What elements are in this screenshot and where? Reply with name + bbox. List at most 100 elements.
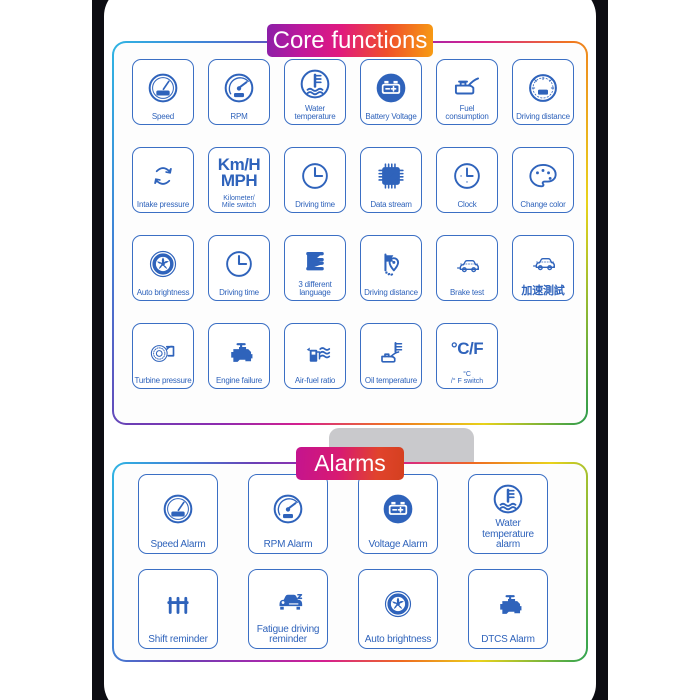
core-functions-section: Speed RPM Water temperature Battery Voltage… — [112, 41, 588, 425]
tile-label: Auto brightness — [364, 633, 432, 645]
engine-icon — [209, 324, 269, 377]
water-temperature-icon — [469, 475, 547, 519]
tile-water-temperature-alarm[interactable]: Water temperature alarm — [468, 474, 548, 554]
tile-change-color[interactable]: Change color — [512, 147, 574, 213]
tile-label: Brake test — [449, 287, 485, 297]
tile-km-h-mph[interactable]: Km/H MPH Kilometer/Mile switch — [208, 147, 270, 213]
tile-clock[interactable]: Clock — [436, 147, 498, 213]
tile-label: Intake pressure — [136, 199, 190, 209]
core-functions-grid: Speed RPM Water temperature Battery Voltage… — [114, 43, 586, 423]
core-functions-title: Core functions — [267, 24, 433, 57]
clock-icon — [285, 148, 345, 201]
alarms-grid: Speed Alarm RPM Alarm Voltage Alarm Water t… — [114, 464, 586, 660]
tile-data-stream[interactable]: Data stream — [360, 147, 422, 213]
fuel-pump-wave-icon — [285, 324, 345, 377]
tile-driving-time[interactable]: Driving time — [284, 147, 346, 213]
clock-dotted-icon — [437, 148, 497, 201]
speedometer-icon — [133, 60, 193, 113]
tile-label: Water temperature — [294, 103, 336, 121]
kmh-mph-text: Km/H MPH — [209, 148, 269, 195]
tile-c-f[interactable]: °C/F °C/° F switch — [436, 323, 498, 389]
turbine-fan-icon — [133, 236, 193, 289]
tile-[interactable]: 加速測試 — [512, 235, 574, 301]
alarms-title: Alarms — [296, 447, 404, 480]
oil-temp-icon — [361, 324, 421, 377]
shift-gear-icon — [139, 570, 217, 635]
palette-icon — [513, 148, 573, 201]
speedometer-icon — [139, 475, 217, 540]
tile-label: Data stream — [370, 199, 412, 209]
tile-sublabel: Kilometer/Mile switch — [221, 194, 257, 209]
tile-speed[interactable]: Speed — [132, 59, 194, 125]
screenshot-root: UrbanGeeks The urban needs SpeedRPMWater… — [0, 0, 700, 700]
tachometer-icon — [249, 475, 327, 540]
tile-label: Speed — [151, 111, 175, 121]
tile-label: Clock — [457, 199, 477, 209]
tile-air-fuel-ratio[interactable]: Air-fuel ratio — [284, 323, 346, 389]
tile-label: RPM Alarm — [263, 538, 313, 550]
tile-engine-failure[interactable]: Engine failure — [208, 323, 270, 389]
tile-driving-distance[interactable]: Driving distance — [512, 59, 574, 125]
tile-label: Driving distance — [516, 111, 570, 121]
car-accel-icon — [513, 236, 573, 286]
tile-label: Change color — [520, 199, 566, 209]
flag-route-icon — [361, 236, 421, 289]
tile-3-different-language[interactable]: 3 different language — [284, 235, 346, 301]
tile-brake-test[interactable]: Brake test — [436, 235, 498, 301]
tachometer-icon — [209, 60, 269, 113]
tile-label: Driving time — [295, 199, 335, 209]
tile-label: Fuel consumption — [445, 103, 489, 121]
three-bars-icon — [285, 236, 345, 281]
tile-label: Driving time — [219, 287, 259, 297]
tile-auto-brightness[interactable]: Auto brightness — [358, 569, 438, 649]
tile-driving-time[interactable]: Driving time — [208, 235, 270, 301]
tile-sublabel: °C/° F switch — [450, 370, 484, 385]
chip-icon — [361, 148, 421, 201]
tile-label: Speed Alarm — [150, 538, 206, 550]
tile-label: Voltage Alarm — [368, 538, 428, 550]
engine-icon — [469, 570, 547, 635]
turbine-fan-icon — [359, 570, 437, 635]
tile-voltage-alarm[interactable]: Voltage Alarm — [358, 474, 438, 554]
battery-icon — [361, 60, 421, 113]
tile-fatigue-driving-reminder[interactable]: Fatigue driving reminder — [248, 569, 328, 649]
tile-label: 3 different language — [298, 279, 332, 297]
tile-turbine-pressure[interactable]: Turbine pressure — [132, 323, 194, 389]
tile-label: Driving distance — [364, 287, 418, 297]
battery-icon — [359, 475, 437, 540]
tile-label: Water temperature alarm — [482, 518, 534, 550]
oil-can-icon — [437, 60, 497, 105]
turbo-icon — [133, 324, 193, 377]
tile-label: Auto brightness — [136, 287, 190, 297]
tile-label: Air-fuel ratio — [294, 375, 336, 385]
tile-label: Oil temperature — [364, 375, 418, 385]
tile-auto-brightness[interactable]: Auto brightness — [132, 235, 194, 301]
water-temperature-icon — [285, 60, 345, 105]
tile-fuel-consumption[interactable]: Fuel consumption — [436, 59, 498, 125]
tile-label: DTCS Alarm — [481, 633, 535, 645]
tile-oil-temperature[interactable]: Oil temperature — [360, 323, 422, 389]
tile-rpm[interactable]: RPM — [208, 59, 270, 125]
tile-battery-voltage[interactable]: Battery Voltage — [360, 59, 422, 125]
tile-label: Fatigue driving reminder — [256, 623, 320, 645]
car-brake-icon — [437, 236, 497, 289]
recycle-arrows-icon — [133, 148, 193, 201]
odometer-icon — [513, 60, 573, 113]
tile-dtcs-alarm[interactable]: DTCS Alarm — [468, 569, 548, 649]
tile-big-text: °C/F — [450, 338, 484, 358]
tile-label: Turbine pressure — [134, 375, 192, 385]
tile-shift-reminder[interactable]: Shift reminder — [138, 569, 218, 649]
tile-label: Shift reminder — [148, 633, 208, 645]
tile-water-temperature[interactable]: Water temperature — [284, 59, 346, 125]
tile-driving-distance[interactable]: Driving distance — [360, 235, 422, 301]
tile-label: Engine failure — [215, 375, 263, 385]
tile-big-text: Km/H MPH — [217, 154, 261, 190]
tile-label: RPM — [230, 111, 248, 121]
fatigue-car-icon — [249, 570, 327, 625]
tile-label: Battery Voltage — [365, 111, 417, 121]
tile-speed-alarm[interactable]: Speed Alarm — [138, 474, 218, 554]
cf-text: °C/F — [437, 324, 497, 371]
tile-intake-pressure[interactable]: Intake pressure — [132, 147, 194, 213]
tile-rpm-alarm[interactable]: RPM Alarm — [248, 474, 328, 554]
clock-icon — [209, 236, 269, 289]
